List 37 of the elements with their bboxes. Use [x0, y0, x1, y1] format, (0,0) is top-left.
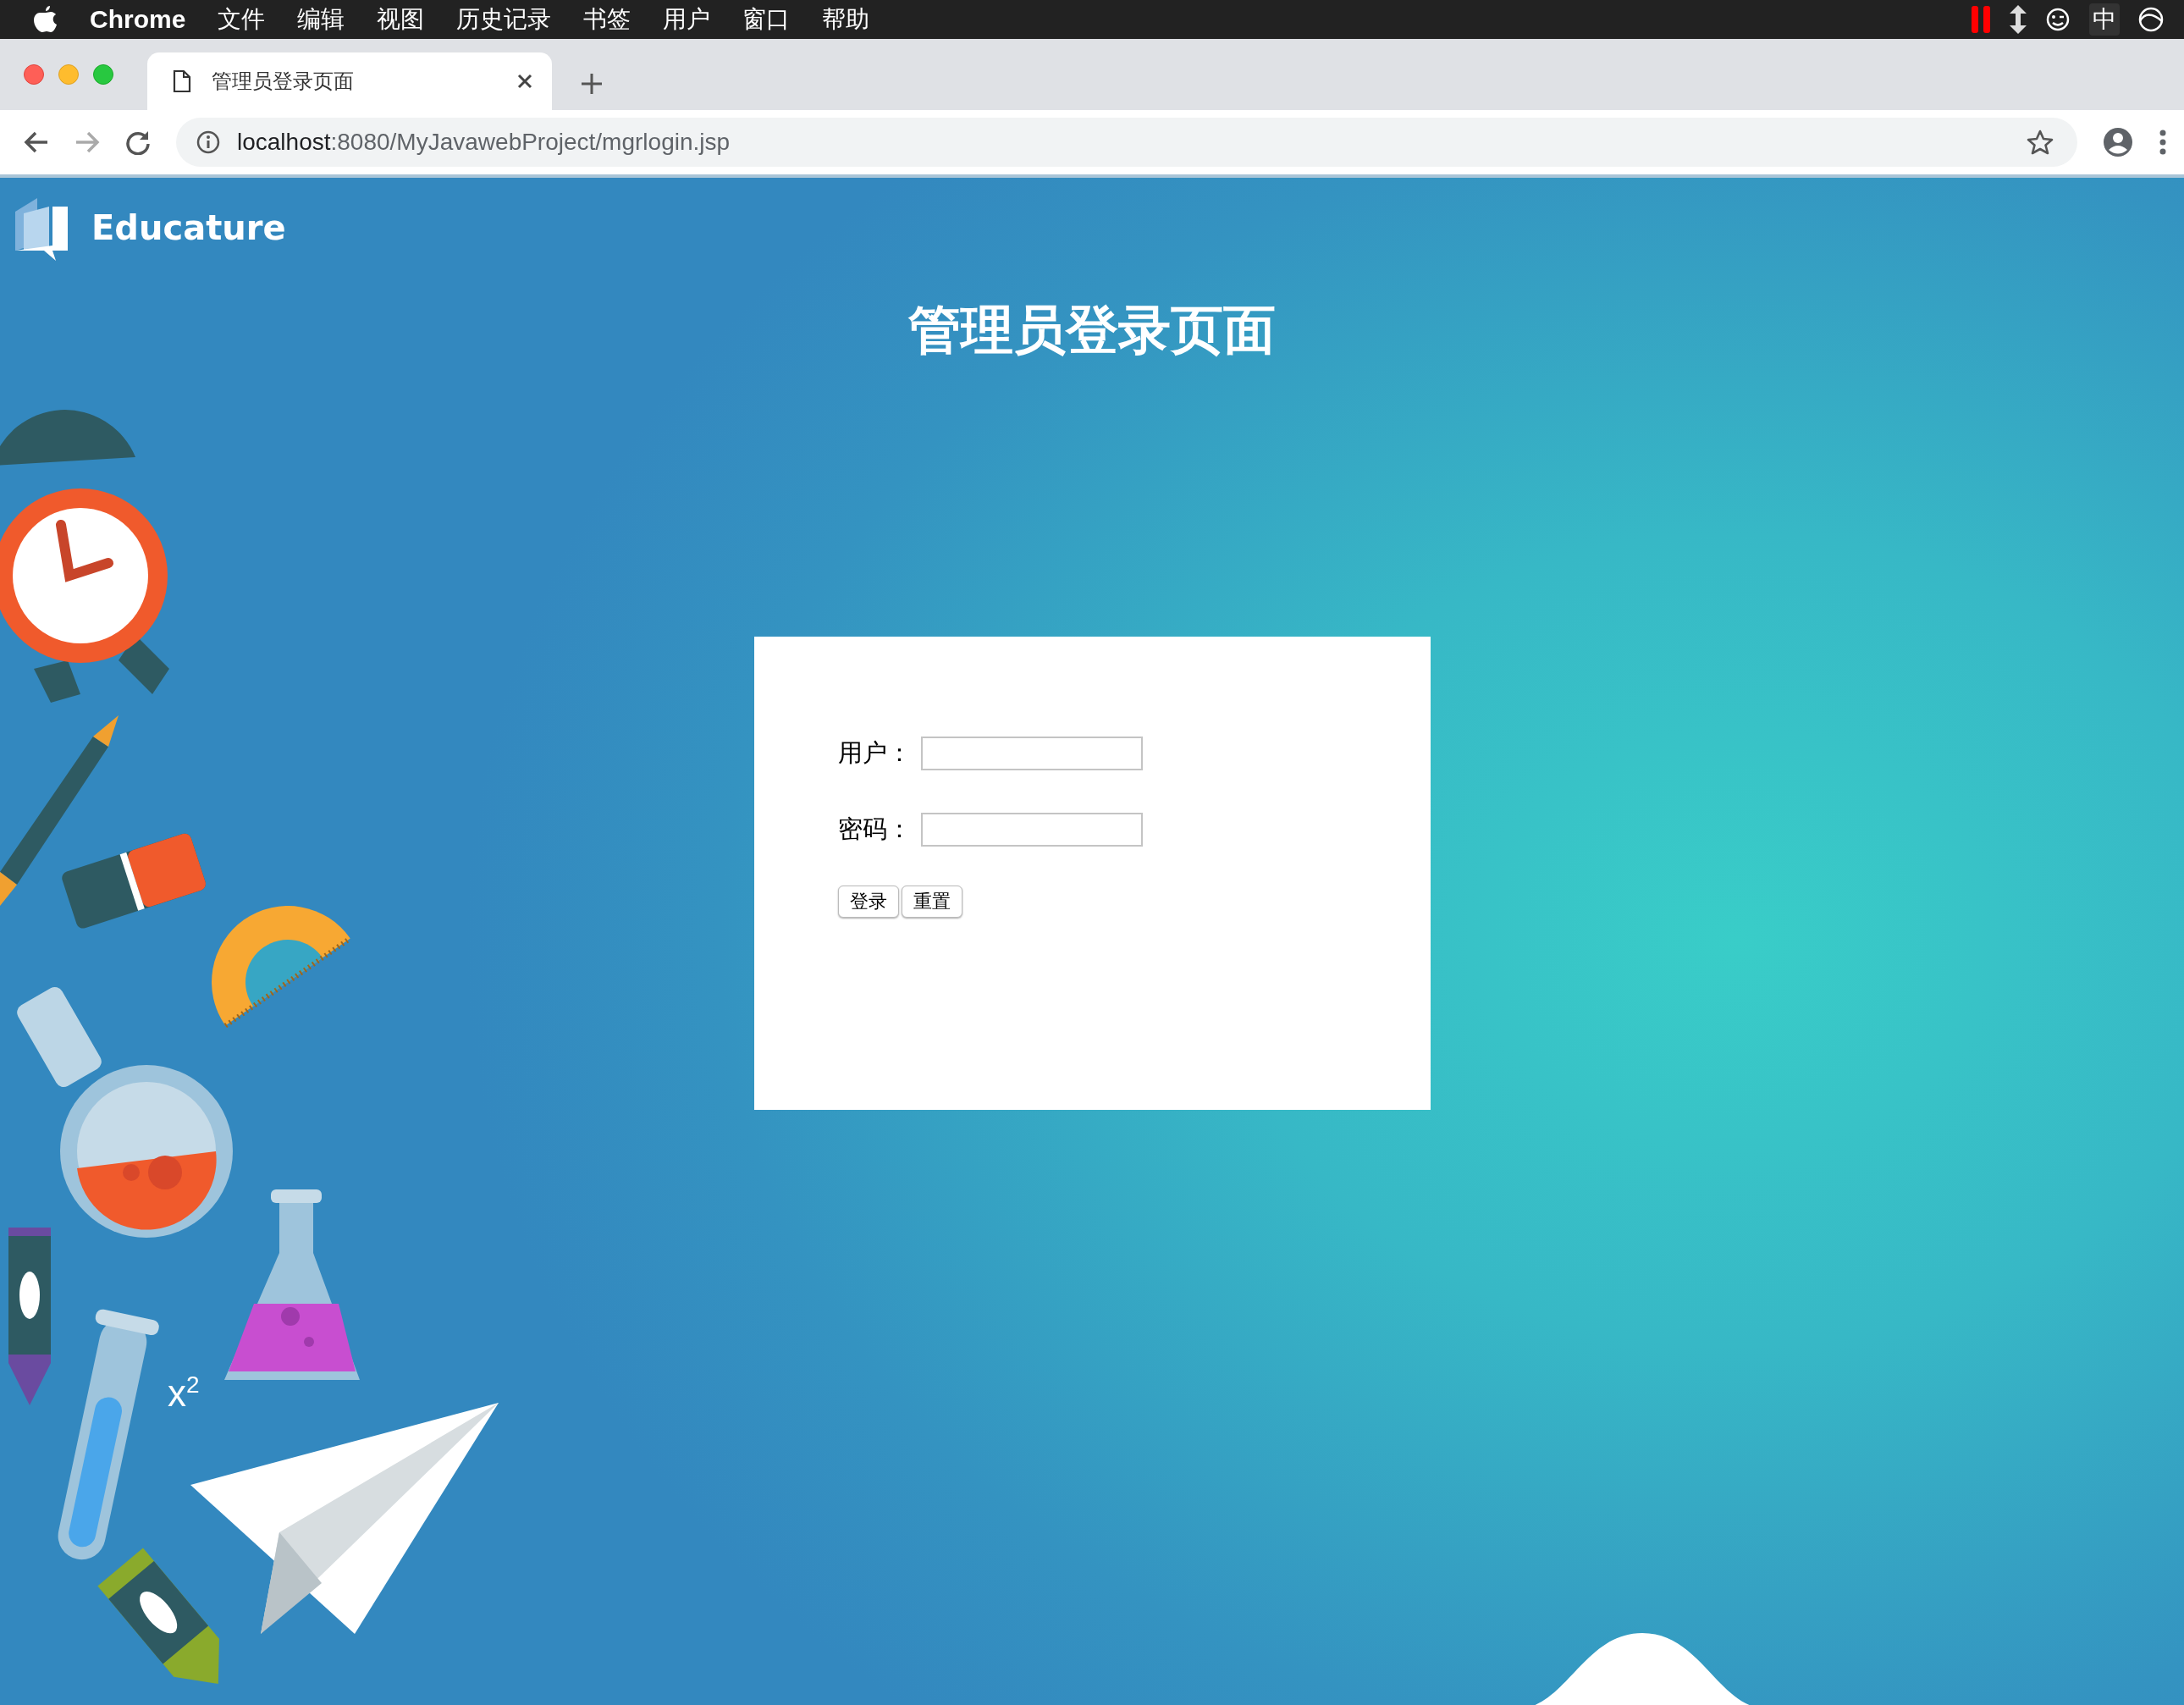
page-heading: 管理员登录页面 — [907, 298, 1277, 362]
apple-logo-icon[interactable] — [34, 6, 58, 33]
url-text: localhost:8080/MyJavawebProject/mgrlogin.jsp — [237, 129, 731, 156]
field-label: 用户： — [837, 737, 907, 769]
menu-item[interactable]: 帮助 — [822, 3, 870, 36]
menu-item[interactable]: 编辑 — [297, 3, 345, 36]
input-method-indicator[interactable]: 中 — [2089, 3, 2120, 36]
new-tab-icon[interactable] — [581, 73, 603, 95]
input-field[interactable] — [920, 813, 1143, 847]
account-icon[interactable] — [2103, 127, 2133, 157]
app-menu[interactable]: Chrome — [90, 5, 186, 34]
brand-name: Educature — [91, 208, 286, 247]
formula-text: x$^{2}$ — [168, 1371, 200, 1415]
menu-item[interactable]: 历史记录 — [456, 3, 552, 36]
menu-item[interactable]: 用户 — [663, 3, 711, 36]
field-label: 密码： — [837, 814, 907, 845]
reset-button[interactable]: 重置 — [901, 886, 962, 918]
login-button[interactable]: 登录 — [837, 886, 899, 918]
star-icon[interactable] — [2027, 130, 2054, 155]
menu-item[interactable]: 文件 — [218, 3, 266, 36]
address-bar[interactable]: localhost:8080/MyJavawebProject/mgrlogin.jsp — [176, 118, 2077, 167]
pause-icon[interactable] — [1971, 4, 1991, 35]
wink-face-icon[interactable] — [2045, 7, 2071, 32]
close-tab-icon[interactable] — [516, 73, 533, 90]
browser-tab[interactable]: 管理员登录页面 — [147, 52, 552, 110]
reload-icon[interactable] — [125, 130, 151, 155]
more-menu-icon[interactable] — [2159, 130, 2167, 155]
menu-item[interactable]: 书签 — [583, 3, 631, 36]
circle-icon[interactable] — [2138, 7, 2164, 32]
info-icon[interactable] — [196, 130, 220, 154]
menu-item[interactable]: 视图 — [377, 3, 425, 36]
back-arrow-icon[interactable] — [24, 130, 49, 154]
close-window-button[interactable] — [24, 64, 44, 85]
input-field[interactable] — [920, 737, 1143, 770]
menu-item[interactable]: 窗口 — [742, 3, 791, 36]
document-icon — [173, 69, 191, 93]
vertical-arrows-icon[interactable] — [2010, 5, 2027, 34]
